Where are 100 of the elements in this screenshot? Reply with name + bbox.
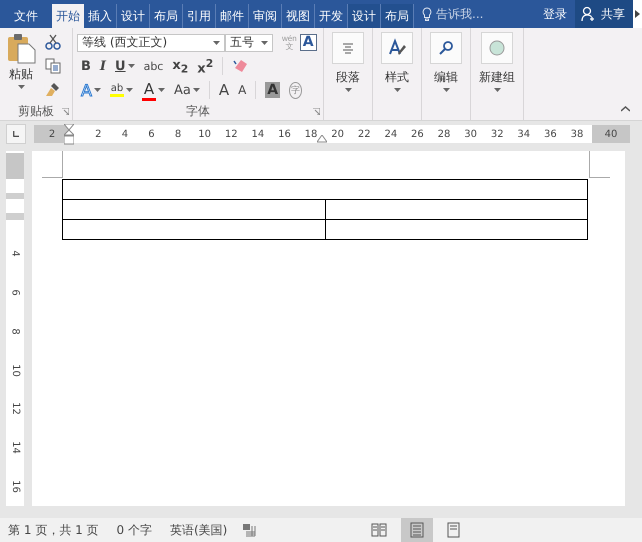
ruler-number: 2 <box>94 128 102 140</box>
styles-button[interactable]: 样式 <box>379 30 415 94</box>
ruler-number: 32 <box>490 128 505 140</box>
circle-icon <box>487 38 507 58</box>
new-group-button[interactable]: 新建组 <box>477 30 517 94</box>
ruler-number: 40 <box>604 128 618 140</box>
ruler-number: 38 <box>570 128 584 140</box>
crop-mark <box>42 151 63 178</box>
shrink-font-button[interactable]: A <box>234 82 250 98</box>
page-lines-icon <box>409 522 426 538</box>
ruler-number: 28 <box>436 128 452 140</box>
ruler-number: 24 <box>383 128 398 140</box>
ruler-number: 6 <box>10 289 20 296</box>
dropdown-caret-icon[interactable] <box>344 88 352 92</box>
sup-button[interactable]: x$^{2}$ <box>193 56 218 78</box>
sign-in-link[interactable]: 登录 <box>535 0 575 28</box>
ruler-number: 10 <box>197 128 212 140</box>
lightbulb-icon <box>422 7 432 21</box>
indent-marker-icon[interactable] <box>317 135 327 143</box>
group-label: 剪贴板 <box>17 102 55 120</box>
italic-button[interactable]: I <box>96 58 110 75</box>
font-size-field[interactable]: 五号 <box>225 34 273 52</box>
language-indicator[interactable]: 英语(美国) <box>170 522 228 538</box>
character-border-button[interactable]: A <box>300 34 317 52</box>
ruler-number: 18 <box>304 128 318 140</box>
table-cell[interactable] <box>325 200 588 220</box>
table-cell[interactable] <box>325 220 588 240</box>
ruler-number: 34 <box>516 128 532 140</box>
tab-stop-selector[interactable] <box>6 124 26 144</box>
ribbon-tab[interactable]: 文件 <box>0 4 52 28</box>
highlight-button[interactable]: ab <box>106 82 137 98</box>
ruler-number: 14 <box>250 128 266 140</box>
dropdown-caret-icon[interactable] <box>158 88 165 92</box>
word-count[interactable]: 0 个字 <box>116 522 152 538</box>
ruler-number: 20 <box>330 128 345 140</box>
tell-me-field[interactable]: 告诉我... <box>436 6 484 22</box>
dropdown-caret-icon[interactable] <box>261 40 268 45</box>
ruler-number: 8 <box>174 128 182 140</box>
ruler-number: 12 <box>224 128 239 140</box>
dropdown-caret-icon[interactable] <box>128 64 135 68</box>
dropdown-caret-icon[interactable] <box>94 88 101 92</box>
font-name-field[interactable]: 等线 (西文正文) <box>77 34 225 52</box>
ruler-number: 8 <box>10 328 20 334</box>
ruler-number: 16 <box>10 480 20 493</box>
dropdown-caret-icon[interactable] <box>192 88 200 92</box>
page-count[interactable]: 第 1 页，共 1 页 <box>8 522 99 538</box>
crop-mark <box>589 151 610 178</box>
change-case-button[interactable]: Aa <box>170 82 204 99</box>
ruler-number: 4 <box>120 128 130 140</box>
copy-icon <box>45 58 61 74</box>
paragraph-button[interactable]: 段落 <box>330 30 366 94</box>
collapse-ribbon-icon[interactable] <box>621 106 630 112</box>
ribbon-tab[interactable]: 设计 <box>348 4 381 28</box>
ruler-number: 4 <box>10 250 20 257</box>
dialog-launcher-icon[interactable] <box>313 108 320 115</box>
ruler-number: 16 <box>277 128 292 140</box>
ruler-number: 22 <box>356 128 372 140</box>
format-painter-icon <box>45 82 61 98</box>
bold-button[interactable]: B <box>77 58 95 75</box>
ruler-number: 26 <box>410 128 425 140</box>
clipboard-icon <box>6 32 36 64</box>
ruler-number: 10 <box>10 364 20 376</box>
macro-record-icon <box>242 523 256 537</box>
grow-font-button[interactable]: A <box>214 80 234 100</box>
print-view-button[interactable] <box>401 518 434 542</box>
share-button[interactable]: 共享 <box>575 0 633 28</box>
ruler-number: 36 <box>543 128 558 140</box>
paste-button[interactable]: 粘贴 <box>4 30 38 102</box>
table-cell[interactable] <box>62 220 325 240</box>
ruler-margin <box>6 153 24 179</box>
ruler-number: 12 <box>10 402 20 416</box>
dialog-launcher-icon[interactable] <box>62 108 69 115</box>
ribbon-tab[interactable]: 布局 <box>381 4 414 28</box>
strike-button[interactable]: abc <box>140 58 168 74</box>
scroll-right-icon[interactable] <box>635 10 640 18</box>
font-color-button[interactable]: A <box>138 78 169 102</box>
eraser-icon <box>232 58 248 74</box>
row-marker[interactable] <box>6 213 24 220</box>
dropdown-caret-icon[interactable] <box>18 85 24 89</box>
dropdown-caret-icon[interactable] <box>442 88 450 92</box>
dropdown-caret-icon[interactable] <box>394 88 400 92</box>
dropdown-caret-icon[interactable] <box>126 88 133 92</box>
underline-button[interactable]: U <box>111 58 139 75</box>
ruler-number: 2 <box>48 128 56 140</box>
tab-stop-icon <box>13 130 19 138</box>
dropdown-caret-icon[interactable] <box>494 88 500 92</box>
ruler-number: 14 <box>10 441 20 454</box>
ruler-number: 6 <box>147 128 156 140</box>
table-cell[interactable] <box>62 180 588 200</box>
ribbon-tab[interactable]: 开始 <box>52 4 84 28</box>
sub-button[interactable]: x$_{2}$ <box>168 56 192 76</box>
editing-button[interactable]: 编辑 <box>428 30 464 94</box>
person-add-icon <box>581 6 597 22</box>
group-label: 字体 <box>185 102 211 120</box>
table-cell[interactable] <box>62 200 325 220</box>
scissors-icon <box>45 34 61 50</box>
row-marker[interactable] <box>6 192 24 200</box>
book-icon <box>371 522 388 538</box>
ruler-number: 30 <box>463 128 478 140</box>
dropdown-caret-icon[interactable] <box>213 40 220 45</box>
